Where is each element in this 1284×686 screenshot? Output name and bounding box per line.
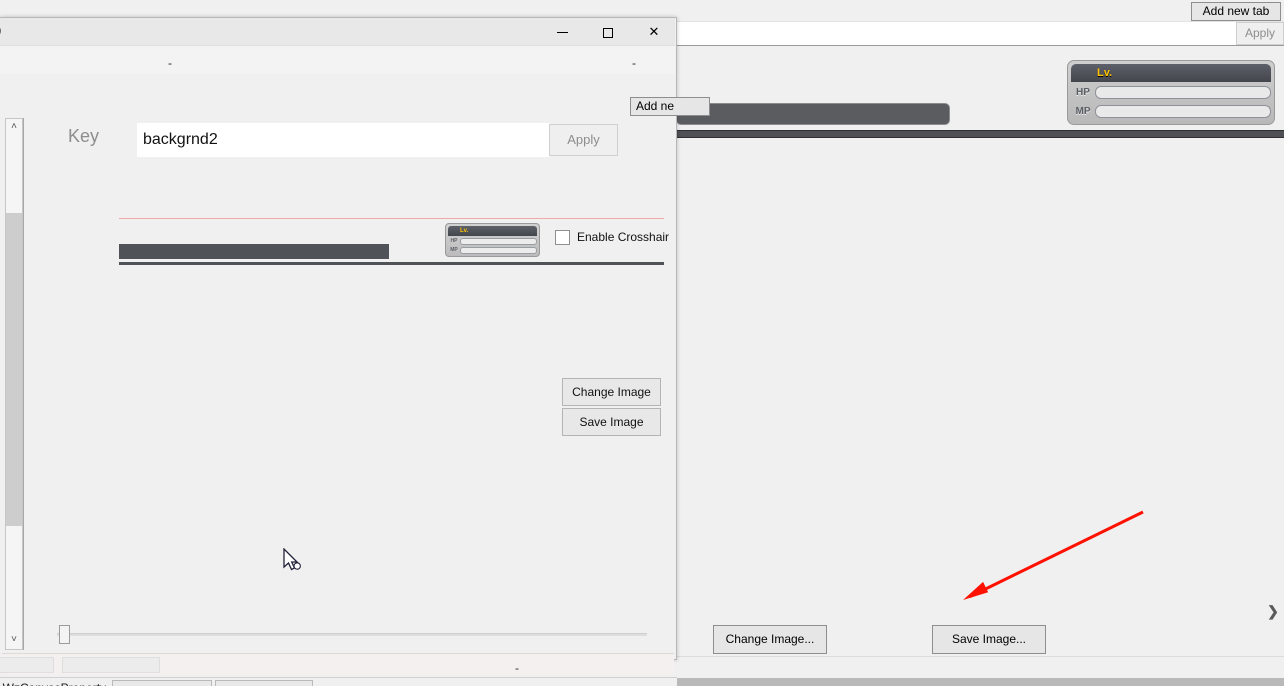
preview-mp-label: MP — [450, 247, 458, 253]
dialog-vertical-scrollbar-thumb[interactable] — [6, 213, 22, 526]
mp-label: MP — [1075, 106, 1091, 117]
scroll-down-icon[interactable]: ˅ — [6, 632, 22, 649]
app-status-type-text: : WzCanvasProperty — [0, 681, 106, 686]
dialog-status-dash-right: - — [632, 56, 636, 70]
preview-mp-bar — [460, 246, 537, 254]
dialog-status-dash-left: - — [168, 56, 172, 70]
hpmp-level-label: Lv. — [1071, 64, 1271, 82]
dialog-menu-row: Help — [0, 46, 675, 96]
dialog-titlebar[interactable]: ker ;) ✕ — [0, 18, 675, 46]
zoom-slider-thumb[interactable] — [59, 625, 70, 644]
hpmp-mp-row: MP — [1071, 103, 1271, 120]
preview-level-label: Lv. — [448, 226, 537, 236]
hpmp-hp-row: HP — [1071, 84, 1271, 101]
preview-hp-row: HP — [448, 237, 537, 245]
dialog-save-image-button[interactable]: Save Image — [562, 408, 661, 436]
main-save-image-button[interactable]: Save Image... — [932, 625, 1046, 654]
app-status-dash: - — [515, 661, 519, 675]
app-status-cell-2 — [215, 680, 313, 686]
preview-hp-label: HP — [450, 238, 458, 244]
screen-root: Add new tab Apply Lv. HP MP ❯ Change Ima… — [0, 0, 1284, 686]
scroll-up-icon[interactable]: ˄ — [6, 119, 22, 136]
dialog-add-new-button[interactable]: Add ne — [630, 97, 710, 116]
dialog-status-strip — [0, 653, 674, 675]
maximize-icon[interactable] — [585, 18, 631, 46]
preview-dark-bar-graphic — [119, 244, 389, 259]
dialog-separator-band — [0, 74, 675, 116]
dialog-title: ker ;) — [0, 23, 1, 37]
preview-dark-rule — [119, 262, 664, 265]
app-status-bar: : WzCanvasProperty — [0, 677, 677, 686]
hp-label: HP — [1076, 87, 1090, 98]
preview-red-guideline — [119, 218, 664, 219]
main-horizontal-scrollbar[interactable] — [672, 604, 1276, 618]
preview-hp-bar — [460, 237, 537, 245]
preview-hpmp-widget: Lv. HP MP — [445, 223, 540, 257]
enable-crosshair-label: Enable Crosshair — [577, 230, 670, 244]
dialog-change-image-button[interactable]: Change Image — [562, 378, 661, 406]
main-apply-button[interactable]: Apply — [1236, 22, 1284, 45]
main-bottom-strip — [676, 656, 1284, 670]
mp-bar — [1095, 105, 1271, 118]
dialog-vertical-scrollbar[interactable]: ˄ ˅ — [5, 118, 23, 650]
cursor-busy-icon — [293, 562, 301, 570]
close-icon[interactable]: ✕ — [631, 18, 677, 46]
enable-crosshair-checkbox[interactable] — [555, 230, 570, 245]
dialog-apply-button[interactable]: Apply — [549, 124, 618, 156]
dialog-scroll-gutter — [23, 118, 31, 650]
main-change-image-button[interactable]: Change Image... — [713, 625, 827, 654]
preview-mp-row: MP — [448, 246, 537, 254]
dialog-status-cell-2 — [62, 657, 160, 673]
key-label: Key — [68, 126, 100, 146]
zoom-slider-track[interactable] — [57, 633, 647, 636]
property-editor-dialog: ker ;) ✕ Help Add ne ˄ ˅ Key Apply — [0, 17, 710, 686]
mouse-cursor — [283, 548, 301, 571]
add-new-tab-button[interactable]: Add new tab — [1191, 2, 1281, 21]
dialog-status-cell-1 — [0, 657, 54, 673]
chevron-right-icon[interactable]: ❯ — [1266, 602, 1280, 620]
hp-bar — [1095, 86, 1271, 99]
key-input[interactable] — [137, 123, 550, 157]
hpmp-widget: Lv. HP MP — [1067, 60, 1275, 125]
minimize-icon[interactable] — [539, 18, 585, 46]
app-status-cell-1 — [112, 680, 212, 686]
main-dark-bar-graphic — [676, 103, 950, 125]
